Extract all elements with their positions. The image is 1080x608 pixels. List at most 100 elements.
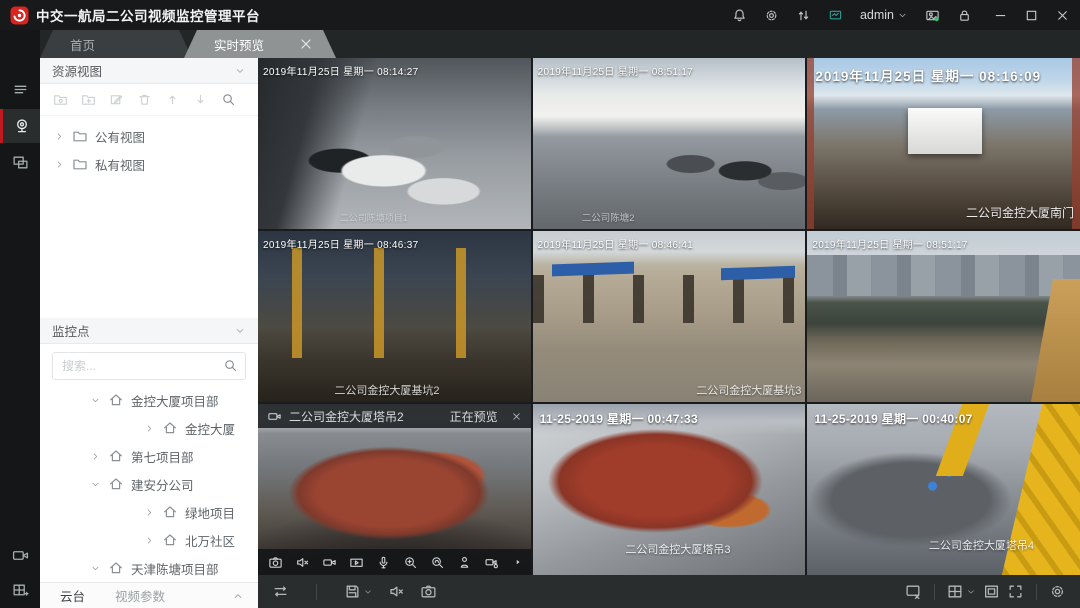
home-icon bbox=[162, 532, 178, 548]
preview-status: 正在预览 bbox=[450, 408, 498, 425]
chevron-right-icon[interactable] bbox=[144, 423, 155, 434]
camera-icon bbox=[13, 117, 31, 135]
tab-close-icon[interactable] bbox=[298, 36, 314, 52]
chevron-down-icon[interactable] bbox=[234, 65, 246, 77]
chevron-right-icon[interactable] bbox=[144, 535, 155, 546]
single-screen-icon[interactable] bbox=[983, 583, 1000, 600]
capture-status-icon[interactable] bbox=[925, 8, 940, 23]
close-video-icon[interactable] bbox=[511, 411, 522, 422]
tree-item-jinkong-tower[interactable]: 金控大厦 bbox=[40, 414, 258, 442]
tree-item-seventh-project[interactable]: 第七项目部 bbox=[40, 442, 258, 470]
tree-item-label: 金控大厦项目部 bbox=[131, 391, 219, 410]
resource-view-header[interactable]: 资源视图 bbox=[40, 58, 258, 84]
rail-camera-item-active[interactable] bbox=[0, 109, 40, 143]
folder-view-icon[interactable] bbox=[53, 92, 68, 107]
tree-item-beiwan-community[interactable]: 北万社区 bbox=[40, 526, 258, 554]
instant-playback-icon[interactable] bbox=[349, 555, 364, 570]
tree-item-private-views[interactable]: 私有视图 bbox=[54, 150, 258, 178]
edit-icon[interactable] bbox=[109, 92, 124, 107]
app-title: 中交一航局二公司视频监控管理平台 bbox=[36, 5, 260, 25]
delete-icon[interactable] bbox=[137, 92, 152, 107]
video-cell-9[interactable]: 11-25-2019 星期一 00:40:07 二公司金控大厦塔吊4 bbox=[807, 404, 1080, 575]
monitor-points-header[interactable]: 监控点 bbox=[40, 318, 258, 344]
search-icon[interactable] bbox=[223, 358, 238, 373]
matrix-layout-icon[interactable] bbox=[12, 582, 29, 599]
snapshot-icon[interactable] bbox=[420, 583, 437, 600]
close-button[interactable] bbox=[1055, 8, 1070, 23]
chevron-down-icon[interactable] bbox=[90, 395, 101, 406]
chevron-up-icon[interactable] bbox=[232, 590, 244, 602]
divider bbox=[934, 584, 935, 600]
video-grid: 2019年11月25日 星期一 08:14:27 二公司陈塘项目1 2019年1… bbox=[258, 58, 1080, 575]
tab-live-preview[interactable]: 实时预览 bbox=[184, 30, 336, 58]
video-cell-2[interactable]: 2019年11月25日 星期一 08:51:17 二公司陈塘2 bbox=[533, 58, 806, 229]
monitor-status-icon[interactable] bbox=[828, 8, 843, 23]
layout-grid-button[interactable] bbox=[947, 583, 976, 600]
camera-label: 二公司金控大厦基坑2 bbox=[334, 382, 439, 398]
save-view-button[interactable] bbox=[344, 583, 373, 600]
video-timestamp: 11-25-2019 星期一 00:40:07 bbox=[814, 410, 972, 427]
settings-gear-icon[interactable] bbox=[764, 8, 779, 23]
layout-grid-icon bbox=[947, 583, 964, 600]
user-menu[interactable]: admin bbox=[860, 8, 908, 22]
move-up-icon[interactable] bbox=[165, 92, 180, 107]
menu-list-icon[interactable] bbox=[12, 81, 29, 98]
minimize-button[interactable] bbox=[993, 8, 1008, 23]
video-cell-selected[interactable]: 二公司金控大厦塔吊2 正在预览 bbox=[258, 404, 531, 575]
video-cell-8[interactable]: 11-25-2019 星期一 00:47:33 二公司金控大厦塔吊3 bbox=[533, 404, 806, 575]
ptz-locate-icon[interactable] bbox=[457, 555, 472, 570]
video-record-icon[interactable] bbox=[12, 547, 29, 564]
chevron-down-icon[interactable] bbox=[90, 479, 101, 490]
left-icon-rail bbox=[0, 30, 40, 608]
fullscreen-icon[interactable] bbox=[1007, 583, 1024, 600]
tree-item-tianjin-chentang[interactable]: 天津陈塘项目部 bbox=[40, 554, 258, 582]
microphone-icon[interactable] bbox=[376, 555, 391, 570]
chevron-right-icon[interactable] bbox=[54, 131, 65, 142]
tree-item-jianan-branch[interactable]: 建安分公司 bbox=[40, 470, 258, 498]
speaker-mute-icon[interactable] bbox=[295, 555, 310, 570]
chevron-down-icon[interactable] bbox=[90, 563, 101, 574]
chevron-right-icon[interactable] bbox=[90, 451, 101, 462]
zoom-in-icon[interactable] bbox=[403, 555, 418, 570]
record-icon[interactable] bbox=[322, 555, 337, 570]
chevron-down-icon[interactable] bbox=[234, 325, 246, 337]
selected-video-header: 二公司金控大厦塔吊2 正在预览 bbox=[258, 404, 531, 428]
ptz-tab-bar: 云台 视频参数 bbox=[40, 582, 258, 608]
tree-item-jinkong-project[interactable]: 金控大厦项目部 bbox=[40, 386, 258, 414]
ptz-camera-icon[interactable] bbox=[484, 555, 499, 570]
monitor-wall-icon[interactable] bbox=[12, 154, 29, 171]
chevron-right-icon[interactable] bbox=[54, 159, 65, 170]
video-cell-6[interactable]: 2019年11月25日 星期一 08:51:17 bbox=[807, 231, 1080, 402]
lock-icon[interactable] bbox=[957, 8, 972, 23]
close-all-video-icon[interactable] bbox=[905, 583, 922, 600]
maximize-button[interactable] bbox=[1024, 8, 1039, 23]
notification-bell-icon[interactable] bbox=[732, 8, 747, 23]
more-controls-icon[interactable] bbox=[513, 557, 523, 567]
video-cell-4[interactable]: 2019年11月25日 星期一 08:46:37 二公司金控大厦基坑2 bbox=[258, 231, 531, 402]
search-box bbox=[52, 352, 246, 380]
folder-icon bbox=[72, 156, 88, 172]
tree-item-greenland-project[interactable]: 绿地项目 bbox=[40, 498, 258, 526]
move-down-icon[interactable] bbox=[193, 92, 208, 107]
spacer bbox=[979, 584, 980, 600]
camera-label: 二公司陈塘项目1 bbox=[340, 211, 408, 224]
tab-home[interactable]: 首页 bbox=[40, 30, 192, 58]
chevron-right-icon[interactable] bbox=[144, 507, 155, 518]
tab-ptz[interactable]: 云台 bbox=[60, 586, 85, 605]
zoom-3d-icon[interactable] bbox=[430, 555, 445, 570]
video-cell-5[interactable]: 2019年11月25日 星期一 08:46:41 二公司金控大厦基坑3 bbox=[533, 231, 806, 402]
tab-video-params[interactable]: 视频参数 bbox=[115, 586, 165, 605]
folder-add-icon[interactable] bbox=[81, 92, 96, 107]
search-input[interactable] bbox=[52, 352, 246, 380]
settings-gear-icon[interactable] bbox=[1049, 583, 1066, 600]
toolbar-right-group bbox=[905, 583, 1066, 600]
stream-switch-icon[interactable] bbox=[272, 583, 289, 600]
video-control-bar bbox=[258, 549, 531, 575]
data-transfer-icon[interactable] bbox=[796, 8, 811, 23]
snapshot-icon[interactable] bbox=[268, 555, 283, 570]
video-cell-1[interactable]: 2019年11月25日 星期一 08:14:27 二公司陈塘项目1 bbox=[258, 58, 531, 229]
tree-item-public-views[interactable]: 公有视图 bbox=[54, 122, 258, 150]
video-cell-3[interactable]: 2019年11月25日 星期一 08:16:09 二公司金控大厦南门 bbox=[807, 58, 1080, 229]
speaker-mute-icon[interactable] bbox=[388, 583, 405, 600]
search-icon[interactable] bbox=[221, 92, 236, 107]
